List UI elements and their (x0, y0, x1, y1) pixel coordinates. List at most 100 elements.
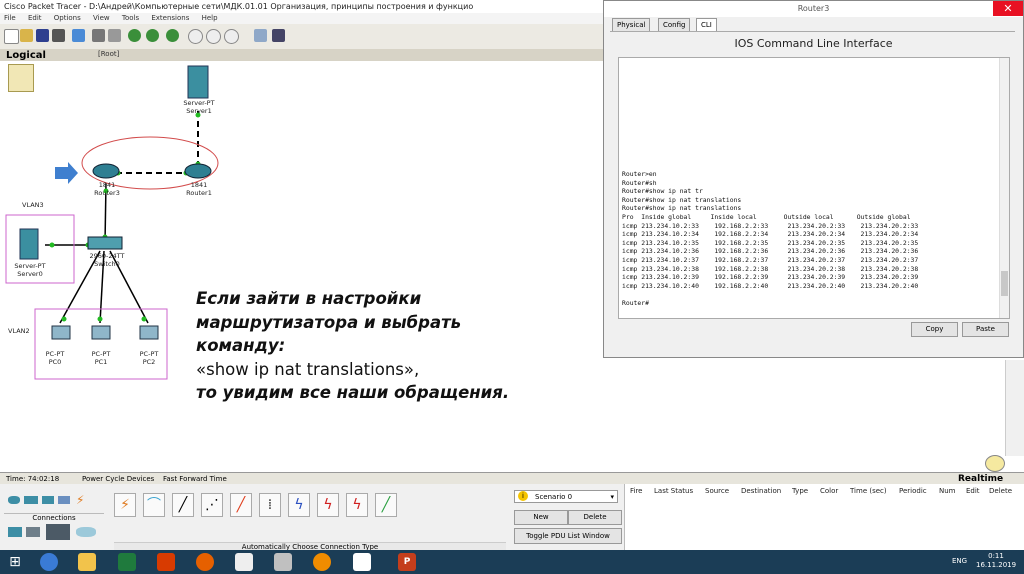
pdu-col-time: Time (sec) (850, 487, 887, 495)
router1-icon (184, 163, 212, 179)
refresh-icon[interactable] (166, 29, 179, 42)
tab-config[interactable]: Config (658, 18, 691, 32)
new-file-icon[interactable] (4, 29, 19, 44)
explorer-icon[interactable] (78, 553, 96, 571)
palette-icon[interactable] (254, 29, 267, 42)
multiuser-icon[interactable] (76, 527, 96, 537)
pdu-list: Fire Last Status Source Destination Type… (624, 484, 1024, 550)
wireless-category-icon[interactable] (58, 496, 70, 504)
app-icon[interactable] (157, 553, 175, 571)
pdu-col-color: Color (820, 487, 839, 495)
windows-taskbar: ⊞ P ENG 0:11 16.11.2019 (0, 550, 1024, 574)
connections-category-icon[interactable]: ⚡ (76, 494, 92, 506)
custom-device-icon[interactable] (46, 524, 70, 540)
end-device-icon[interactable] (8, 527, 22, 537)
pdu-col-fire: Fire (630, 487, 643, 495)
console-cable-tool[interactable]: ⌒ (143, 493, 165, 517)
router3-window-title: Router3 (604, 1, 1023, 17)
routers-category-icon[interactable] (8, 496, 20, 504)
menu-help[interactable]: Help (202, 14, 218, 22)
cli-header: IOS Command Line Interface (734, 37, 893, 50)
menu-edit[interactable]: Edit (28, 14, 42, 22)
root-breadcrumb[interactable]: [Root] (98, 50, 119, 58)
undo-icon[interactable] (128, 29, 141, 42)
workspace-scrollbar[interactable] (1005, 360, 1024, 456)
menu-options[interactable]: Options (54, 14, 81, 22)
logical-tab[interactable]: Logical (6, 50, 46, 61)
serial-dte-tool[interactable]: ϟ (346, 493, 368, 517)
router3-icon (92, 163, 120, 179)
copy-button[interactable]: Copy (911, 322, 958, 337)
vlan2-label: VLAN2 (8, 327, 30, 335)
zoom-out-icon[interactable] (224, 29, 239, 44)
scenario-select[interactable]: Scenario 0 ▾ (514, 490, 618, 503)
menu-view[interactable]: View (93, 14, 110, 22)
zoom-reset-icon[interactable] (206, 29, 221, 44)
pdu-col-delete: Delete (989, 487, 1012, 495)
pointer-arrow-icon (55, 162, 78, 184)
activity-wizard-icon[interactable] (72, 29, 85, 42)
phone-cable-tool[interactable]: ⁞ (259, 493, 281, 517)
pc2-icon (139, 325, 159, 340)
windows-start-icon[interactable]: ⊞ (6, 553, 24, 571)
subcategory-row (8, 524, 104, 542)
cli-scroll-thumb[interactable] (1001, 271, 1008, 296)
pc0-icon (51, 325, 71, 340)
notepad-icon[interactable] (235, 553, 253, 571)
pdu-col-source: Source (705, 487, 730, 495)
server1-icon (187, 65, 209, 99)
pdu-col-destination: Destination (741, 487, 782, 495)
firefox-icon[interactable] (196, 553, 214, 571)
menu-extensions[interactable]: Extensions (151, 14, 189, 22)
menu-file[interactable]: File (4, 14, 16, 22)
save-icon[interactable] (36, 29, 49, 42)
powerpoint-icon[interactable]: P (398, 553, 416, 571)
language-indicator[interactable]: ENG (952, 557, 967, 565)
main-toolbar (0, 24, 610, 50)
tab-divider (610, 31, 1015, 32)
switch0-label: 2960-24TT Switch0 (89, 252, 125, 268)
wan-emulation-icon[interactable] (26, 527, 40, 537)
hubs-category-icon[interactable] (42, 496, 54, 504)
switches-category-icon[interactable] (24, 496, 38, 504)
vlan3-label: VLAN3 (22, 201, 44, 209)
close-icon[interactable]: ✕ (993, 1, 1023, 16)
crossover-tool[interactable]: ⋰ (201, 493, 223, 517)
coaxial-tool[interactable]: ϟ (288, 493, 310, 517)
tab-physical[interactable]: Physical (612, 18, 651, 32)
media-player-icon[interactable] (313, 553, 331, 571)
realtime-clock-icon[interactable] (985, 455, 1005, 472)
pc2-label: PC-PT PC2 (139, 350, 159, 366)
open-folder-icon[interactable] (20, 29, 33, 42)
router3-window: Router3 ✕ Physical Config CLI IOS Comman… (603, 0, 1024, 358)
device-manager-icon[interactable] (274, 553, 292, 571)
cli-scrollbar[interactable] (999, 58, 1009, 318)
toggle-pdu-list-button[interactable]: Toggle PDU List Window (514, 528, 622, 544)
zoom-in-icon[interactable] (188, 29, 203, 44)
paste-icon[interactable] (108, 29, 121, 42)
fiber-tool[interactable]: ╱ (230, 493, 252, 517)
new-scenario-button[interactable]: New (514, 510, 568, 525)
redo-icon[interactable] (146, 29, 159, 42)
packet-tracer-icon[interactable] (353, 553, 371, 571)
ie-icon[interactable] (40, 553, 58, 571)
menu-tools[interactable]: Tools (122, 14, 139, 22)
tab-cli[interactable]: CLI (696, 18, 717, 31)
cli-terminal[interactable]: Router>en Router#sh Router#show ip nat t… (618, 57, 1010, 319)
delete-scenario-button[interactable]: Delete (568, 510, 622, 525)
router1-label: 1841 Router1 (186, 181, 212, 197)
server0-icon (19, 228, 39, 260)
straight-through-tool[interactable]: ╱ (172, 493, 194, 517)
excel-icon[interactable] (118, 553, 136, 571)
pc1-icon (91, 325, 111, 340)
clock[interactable]: 0:11 16.11.2019 (976, 552, 1016, 570)
custom-device-icon[interactable] (272, 29, 285, 42)
octal-cable-tool[interactable]: ╱ (375, 493, 397, 517)
serial-dce-tool[interactable]: ϟ (317, 493, 339, 517)
pdu-col-edit: Edit (966, 487, 980, 495)
copy-icon[interactable] (92, 29, 105, 42)
print-icon[interactable] (52, 29, 65, 42)
server1-label: Server-PT Server1 (183, 99, 215, 115)
auto-connection-tool[interactable]: ⚡ (114, 493, 136, 517)
paste-button[interactable]: Paste (962, 322, 1009, 337)
